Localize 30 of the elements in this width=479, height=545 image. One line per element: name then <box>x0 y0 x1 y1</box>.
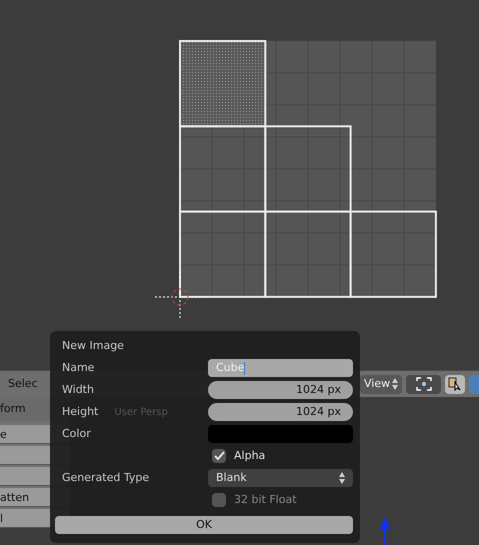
ok-button[interactable]: OK <box>55 516 353 534</box>
color-swatch[interactable] <box>208 425 353 443</box>
selected-uv-face[interactable] <box>179 40 266 128</box>
pivot-icon <box>416 377 432 391</box>
axis-arrow-icon <box>380 517 390 545</box>
dialog-title: New Image <box>62 338 125 354</box>
checkbox-label: Alpha <box>234 448 266 464</box>
field-label: Generated Type <box>62 470 150 486</box>
checkbox[interactable] <box>212 449 226 463</box>
type-dropdown[interactable]: Blank <box>208 469 353 487</box>
uv-face[interactable] <box>264 210 352 298</box>
menu-item[interactable]: Selec <box>8 376 38 392</box>
updown-arrows-icon <box>339 472 345 484</box>
uv-face[interactable] <box>179 125 266 213</box>
uv-face[interactable] <box>350 210 437 298</box>
view-dropdown[interactable]: View <box>360 374 402 394</box>
cursor-icon <box>448 377 462 391</box>
number-field[interactable]: 1024 px <box>208 381 353 399</box>
pivot-button[interactable] <box>406 374 441 394</box>
field-label: Width <box>62 382 94 398</box>
field-label: Name <box>62 360 94 376</box>
checkbox[interactable] <box>212 493 226 507</box>
toggle-button[interactable] <box>469 374 479 394</box>
uv-face[interactable] <box>179 210 266 298</box>
sync-button[interactable] <box>445 374 465 394</box>
uv-face[interactable] <box>264 125 352 213</box>
cursor-icon <box>154 272 206 320</box>
number-field[interactable]: 1024 px <box>208 403 353 421</box>
updown-arrows-icon <box>392 378 398 390</box>
checkbox-label: 32 bit Float <box>234 492 297 508</box>
